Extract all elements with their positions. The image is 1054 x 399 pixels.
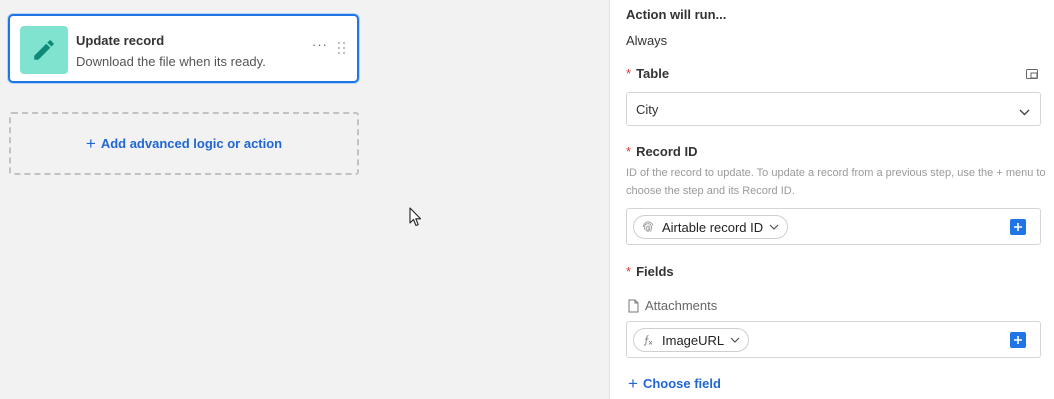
run-condition-value: Always	[626, 33, 668, 48]
action-config-panel: Action will run... Always * Table City * R…	[609, 0, 1054, 399]
plus-icon: +	[85, 134, 96, 153]
record-id-label-text: Record ID	[636, 144, 698, 159]
attachments-field-label: Attachments	[628, 298, 717, 313]
pencil-icon	[20, 26, 68, 74]
ellipsis-icon[interactable]: ···	[310, 38, 330, 58]
record-id-help-text: ID of the record to update. To update a …	[626, 167, 1046, 197]
table-label-text: Table	[636, 66, 670, 81]
plus-square-icon[interactable]	[1010, 332, 1026, 348]
mouse-cursor-icon	[409, 207, 422, 230]
file-icon	[628, 299, 639, 313]
expand-panel-icon[interactable]	[1026, 67, 1038, 82]
fields-label-text: Fields	[636, 264, 674, 279]
table-select[interactable]: City	[626, 92, 1041, 126]
plus-square-icon[interactable]	[1010, 219, 1026, 235]
add-logic-label: Add advanced logic or action	[100, 136, 283, 151]
required-marker: *	[626, 144, 632, 159]
required-marker: *	[626, 264, 632, 279]
required-marker: *	[626, 66, 632, 81]
update-record-action-card[interactable]: Update record Download the file when its…	[8, 14, 359, 83]
fingerprint-icon	[642, 221, 654, 233]
choose-field-label: Choose field	[642, 376, 721, 391]
add-advanced-logic-button[interactable]: + Add advanced logic or action	[9, 112, 359, 175]
table-label: * Table	[626, 66, 669, 81]
action-description: Download the file when its ready.	[76, 54, 266, 69]
table-select-value: City	[636, 102, 659, 117]
action-title: Update record	[76, 33, 165, 48]
choose-field-button[interactable]: + Choose field	[628, 375, 721, 392]
record-id-label: * Record ID	[626, 144, 697, 159]
drag-handle-icon[interactable]	[338, 42, 348, 58]
imageurl-token-label: ImageURL	[662, 332, 725, 348]
record-id-input[interactable]: Airtable record ID	[626, 208, 1041, 245]
attachments-input[interactable]: ImageURL	[626, 321, 1041, 358]
chevron-down-icon	[730, 337, 740, 343]
record-id-token[interactable]: Airtable record ID	[633, 215, 789, 239]
fields-label: * Fields	[626, 264, 674, 279]
run-condition-heading: Action will run...	[626, 7, 727, 22]
automation-canvas: Update record Download the file when its…	[0, 0, 610, 399]
record-id-token-label: Airtable record ID	[662, 219, 764, 235]
formula-icon	[642, 334, 654, 346]
chevron-down-icon	[769, 224, 779, 230]
plus-icon: +	[628, 374, 638, 393]
chevron-down-icon	[1019, 104, 1030, 119]
imageurl-token[interactable]: ImageURL	[633, 328, 750, 352]
attachments-label-text: Attachments	[645, 298, 718, 313]
